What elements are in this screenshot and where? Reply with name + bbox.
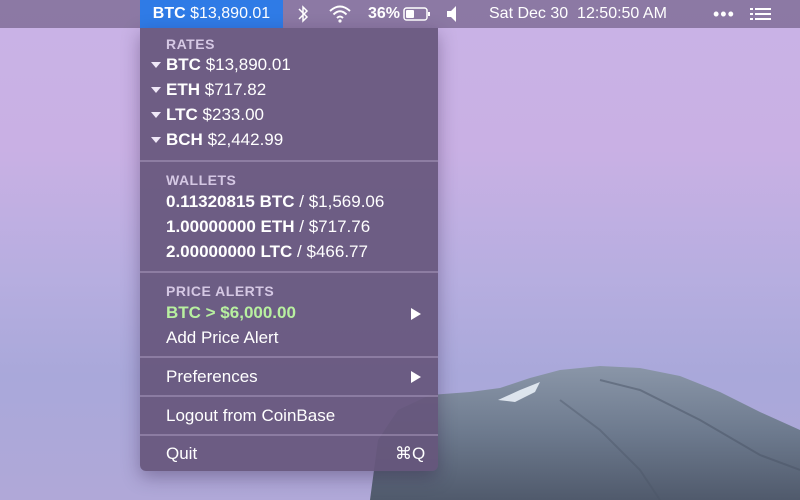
rate-symbol: BCH — [166, 130, 203, 149]
wallet-value: / $466.77 — [292, 242, 368, 261]
menu-bar: BTC $13,890.01 36% Sat Dec 30 12:50:50 A… — [0, 0, 800, 28]
menu-separator — [140, 271, 438, 273]
battery-percent: 36% — [368, 5, 401, 22]
wallet-item-eth[interactable]: 1.00000000 ETH / $717.76 — [166, 217, 370, 237]
rate-item-bch[interactable]: BCH $2,442.99 — [166, 130, 283, 150]
submenu-arrow-icon[interactable] — [411, 371, 421, 383]
rate-symbol: ETH — [166, 80, 200, 99]
rate-item-eth[interactable]: ETH $717.82 — [166, 80, 266, 100]
rate-item-btc[interactable]: BTC $13,890.01 — [166, 55, 291, 75]
disclosure-triangle-icon[interactable] — [151, 62, 161, 68]
wallet-amount: 0.11320815 BTC — [166, 192, 295, 211]
btc-price-status-item[interactable]: BTC $13,890.01 — [140, 0, 283, 28]
volume-icon[interactable] — [445, 0, 463, 28]
disclosure-triangle-icon[interactable] — [151, 112, 161, 118]
rate-item-ltc[interactable]: LTC $233.00 — [166, 105, 264, 125]
more-icon[interactable]: ••• — [713, 0, 739, 28]
quit-item[interactable]: Quit — [166, 444, 197, 464]
wifi-icon[interactable] — [328, 0, 352, 28]
clock-datetime[interactable]: Sat Dec 30 12:50:50 AM — [489, 0, 667, 28]
wallet-value: / $717.76 — [294, 217, 371, 236]
submenu-arrow-icon[interactable] — [411, 308, 421, 320]
btc-symbol: BTC — [152, 5, 186, 22]
menu-separator — [140, 434, 438, 436]
price-alert-item[interactable]: BTC > $6,000.00 — [166, 303, 296, 323]
wallets-section-title: WALLETS — [166, 172, 237, 188]
wallet-value: / $1,569.06 — [294, 192, 385, 211]
wallet-amount: 2.00000000 LTC — [166, 242, 293, 261]
bluetooth-icon[interactable] — [296, 0, 310, 28]
rate-price: $2,442.99 — [207, 130, 284, 149]
rate-price: $13,890.01 — [205, 55, 291, 74]
menu-separator — [140, 395, 438, 397]
rate-symbol: LTC — [166, 105, 198, 124]
list-icon[interactable] — [748, 0, 774, 28]
menu-separator — [140, 160, 438, 162]
battery-icon[interactable] — [403, 0, 431, 28]
menu-separator — [140, 356, 438, 358]
preferences-item[interactable]: Preferences — [166, 367, 258, 387]
rates-section-title: RATES — [166, 36, 215, 52]
wallet-amount: 1.00000000 ETH — [166, 217, 295, 236]
quit-shortcut: ⌘Q — [395, 444, 426, 463]
add-price-alert-item[interactable]: Add Price Alert — [166, 328, 278, 348]
disclosure-triangle-icon[interactable] — [151, 137, 161, 143]
wallet-item-ltc[interactable]: 2.00000000 LTC / $466.77 — [166, 242, 368, 262]
rate-price: $233.00 — [202, 105, 264, 124]
wallet-item-btc[interactable]: 0.11320815 BTC / $1,569.06 — [166, 192, 384, 212]
coinbase-dropdown-menu: RATES BTC $13,890.01 ETH $717.82 LTC $23… — [140, 28, 438, 471]
price-alerts-section-title: PRICE ALERTS — [166, 283, 275, 299]
logout-item[interactable]: Logout from CoinBase — [166, 406, 335, 426]
rate-price: $717.82 — [204, 80, 267, 99]
disclosure-triangle-icon[interactable] — [151, 87, 161, 93]
btc-price: $13,890.01 — [190, 5, 271, 22]
rate-symbol: BTC — [166, 55, 201, 74]
